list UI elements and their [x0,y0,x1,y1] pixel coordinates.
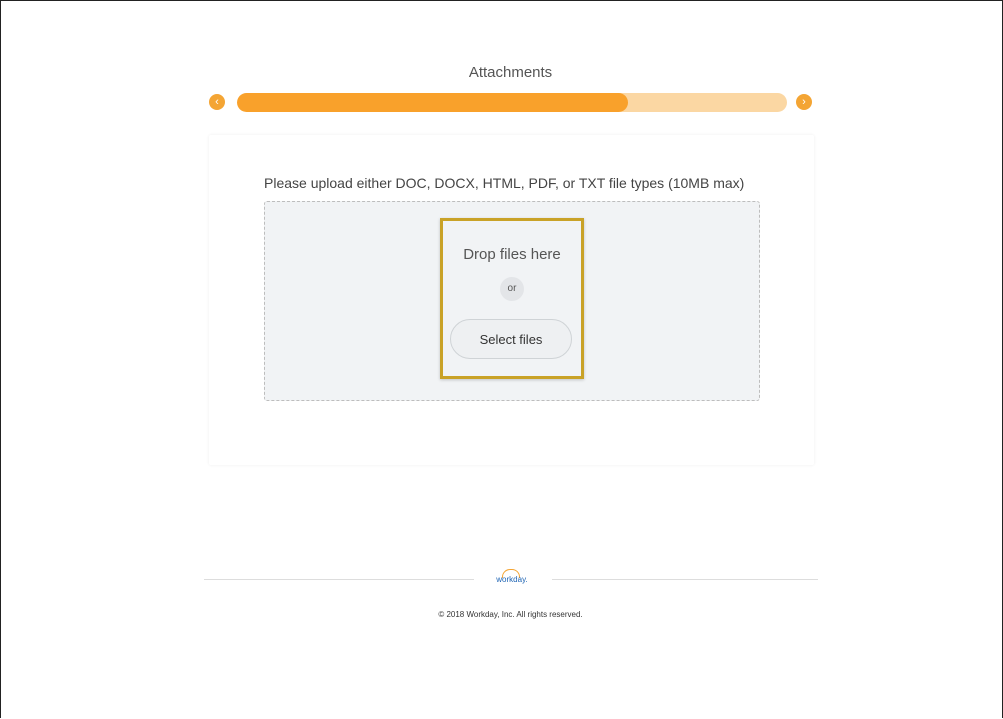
select-files-button[interactable]: Select files [450,319,572,359]
logo-text: workday. [496,575,528,584]
page-title: Attachments [468,64,553,81]
upload-card: Please upload either DOC, DOCX, HTML, PD… [209,135,814,465]
or-badge: or [500,277,524,301]
upload-instructions: Please upload either DOC, DOCX, HTML, PD… [264,175,745,191]
footer-divider-left [204,579,474,580]
workday-logo: workday. [489,568,535,588]
footer-divider-right [552,579,818,580]
copyright-text: © 2018 Workday, Inc. All rights reserved… [438,610,583,619]
upload-highlight-box: Drop files here or Select files [440,218,584,379]
drop-files-label: Drop files here [463,246,561,263]
file-dropzone[interactable]: Drop files here or Select files [264,201,760,401]
progress-bar [237,93,787,112]
chevron-left-icon[interactable]: ‹ [209,94,225,110]
chevron-right-icon[interactable]: › [796,94,812,110]
progress-bar-fill [237,93,628,112]
